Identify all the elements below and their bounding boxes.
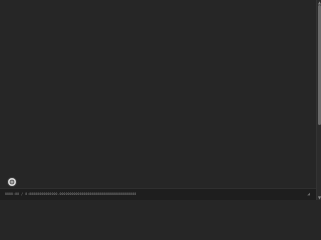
assistant-button[interactable] <box>8 178 16 186</box>
app-window: ▲ ▼ 0000:00 / 0:00000000000000.000000000… <box>0 0 321 200</box>
scroll-down-icon[interactable]: ▼ <box>317 195 321 200</box>
assistant-icon <box>9 179 15 185</box>
main-content-area <box>0 0 316 186</box>
vertical-scrollbar[interactable]: ▲ ▼ <box>316 0 321 200</box>
status-text: 0000:00 / 0:00000000000000.0000000000000… <box>5 192 137 196</box>
resize-grip-icon[interactable]: ◢ <box>307 191 310 198</box>
status-bar: 0000:00 / 0:00000000000000.0000000000000… <box>0 188 316 200</box>
